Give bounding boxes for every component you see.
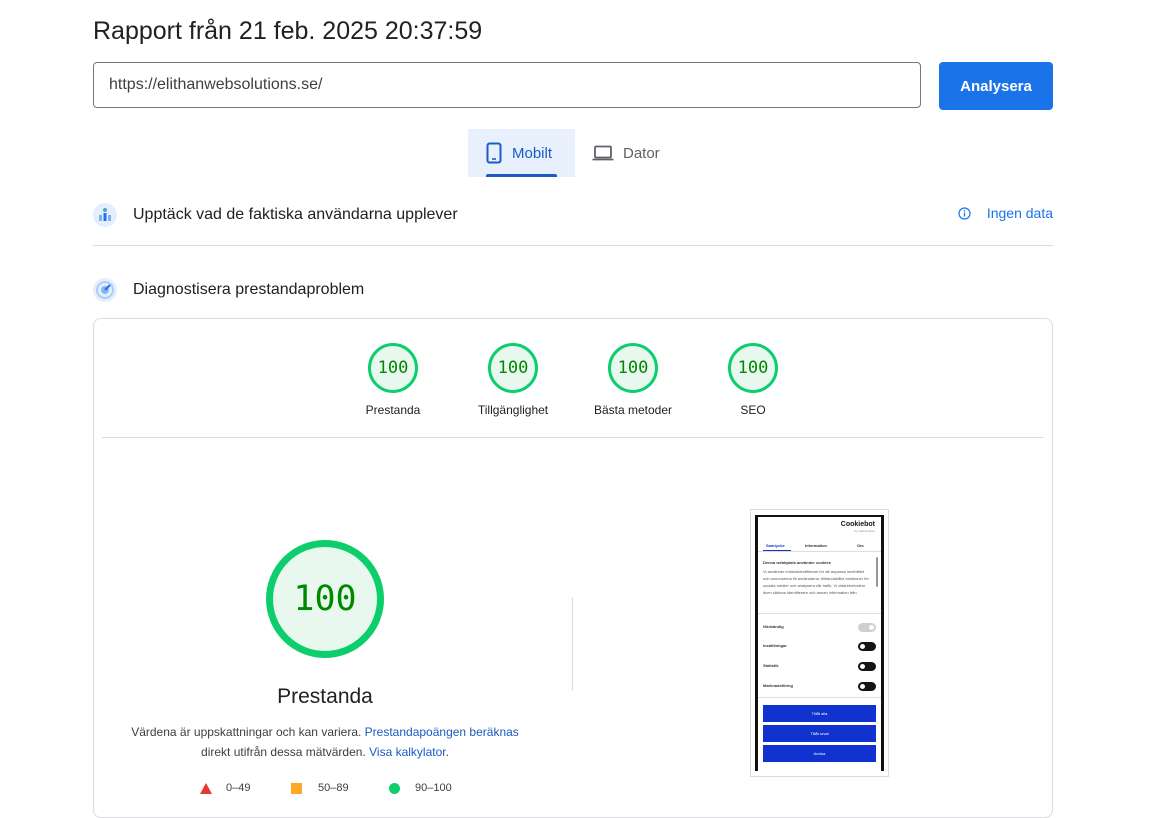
tab-desktop-label: Dator: [623, 144, 660, 162]
legend-pass: 90–100: [389, 782, 452, 794]
main-score-label: Prestanda: [277, 685, 373, 708]
legend-average: 50–89: [291, 782, 349, 794]
score-label: SEO: [740, 403, 766, 417]
cookie-tab: Om: [857, 543, 864, 548]
field-data-label: Upptäck vad de faktiska användarna upple…: [133, 206, 458, 223]
desc-end: .: [445, 745, 449, 759]
legend-fail: 0–49: [200, 782, 250, 794]
cookie-body: Vi använder enhetsidentifierare för att …: [763, 569, 869, 595]
cookie-tab: Samtycke: [766, 543, 785, 548]
necessary-toggle: [858, 623, 876, 632]
score-value: 100: [488, 343, 538, 393]
cookie-tab: Information: [805, 543, 827, 548]
no-data-label: Ingen data: [986, 205, 1053, 221]
cookie-tab-indicator: [763, 550, 791, 551]
cookie-heading: Denna webbplats använder cookies: [763, 560, 831, 565]
legend-range: 0–49: [226, 782, 251, 794]
statistics-toggle: [858, 662, 876, 671]
tab-mobile-label: Mobilt: [512, 144, 553, 162]
users-icon: [93, 203, 117, 227]
legend-range: 50–89: [318, 782, 349, 794]
preferences-toggle: [858, 642, 876, 651]
lab-data-section: Diagnostisera prestandaproblem: [93, 275, 1053, 305]
url-input[interactable]: https://elithanwebsolutions.se/: [93, 62, 921, 108]
tab-mobile[interactable]: Mobilt: [468, 129, 575, 177]
allow-selection-button: Tillåt urval: [763, 725, 876, 742]
circle-icon: [389, 782, 400, 794]
marketing-toggle: [858, 682, 876, 691]
desc-text-1: Värdena är uppskattningar och kan varier…: [131, 725, 362, 739]
diagnose-icon: [93, 278, 117, 302]
toggle-label: Inställningar: [763, 643, 787, 648]
cookie-tabs: Samtycke Information Om: [758, 537, 881, 552]
triangle-icon: [200, 782, 212, 794]
url-input-value: https://elithanwebsolutions.se/: [109, 76, 323, 93]
cookie-banner: Cookiebot by Usercentrics Samtycke Infor…: [758, 517, 881, 771]
scrollbar: [876, 557, 878, 587]
score-gauge-best-practices[interactable]: 100 Bästa metoder: [593, 343, 673, 417]
square-icon: [291, 782, 302, 794]
phone-icon: [486, 142, 502, 164]
section-divider: [93, 245, 1053, 246]
score-gauge-performance[interactable]: 100 Prestanda: [353, 343, 433, 417]
no-data-link[interactable]: Ingen data: [958, 205, 1053, 221]
cookie-divider: [758, 697, 881, 698]
legend-range: 90–100: [415, 782, 452, 794]
toggle-label: Nödvändig: [763, 624, 784, 629]
deny-button: Avvisa: [763, 745, 876, 762]
score-description: Värdena är uppskattningar och kan varier…: [110, 722, 540, 762]
score-label: Tillgänglighet: [477, 403, 549, 417]
lab-data-label: Diagnostisera prestandaproblem: [133, 281, 365, 298]
screenshot-screen: Cookiebot by Usercentrics Samtycke Infor…: [755, 515, 884, 771]
vertical-divider: [572, 597, 573, 691]
cookie-divider: [758, 613, 881, 614]
score-calc-link[interactable]: Prestandapoängen beräknas: [365, 725, 519, 739]
analyze-button[interactable]: Analysera: [939, 62, 1053, 110]
active-tab-indicator: [486, 174, 557, 177]
page-title: Rapport från 21 feb. 2025 20:37:59: [93, 17, 483, 45]
info-icon: [958, 206, 971, 220]
score-label: Prestanda: [365, 403, 421, 417]
desc-text-2: direkt utifrån dessa mätvärden.: [201, 745, 366, 759]
score-value: 100: [608, 343, 658, 393]
page-screenshot[interactable]: Cookiebot by Usercentrics Samtycke Infor…: [750, 509, 889, 777]
allow-all-button: Tillåt alla: [763, 705, 876, 722]
field-data-section: Upptäck vad de faktiska användarna upple…: [93, 200, 1053, 230]
gauges-divider: [102, 437, 1044, 438]
main-score-gauge: 100: [266, 540, 384, 658]
tab-desktop[interactable]: Dator: [590, 129, 680, 177]
cookiebot-logo: Cookiebot: [840, 521, 875, 528]
calculator-link[interactable]: Visa kalkylator: [369, 745, 445, 759]
toggle-label: Statistik: [763, 663, 779, 668]
cookiebot-sub: by Usercentrics: [854, 529, 875, 533]
score-gauge-accessibility[interactable]: 100 Tillgänglighet: [473, 343, 553, 417]
score-value: 100: [728, 343, 778, 393]
score-gauge-seo[interactable]: 100 SEO: [713, 343, 793, 417]
laptop-icon: [592, 145, 614, 161]
score-value: 100: [368, 343, 418, 393]
toggle-label: Marknadsföring: [763, 683, 794, 688]
score-label: Bästa metoder: [593, 403, 673, 417]
